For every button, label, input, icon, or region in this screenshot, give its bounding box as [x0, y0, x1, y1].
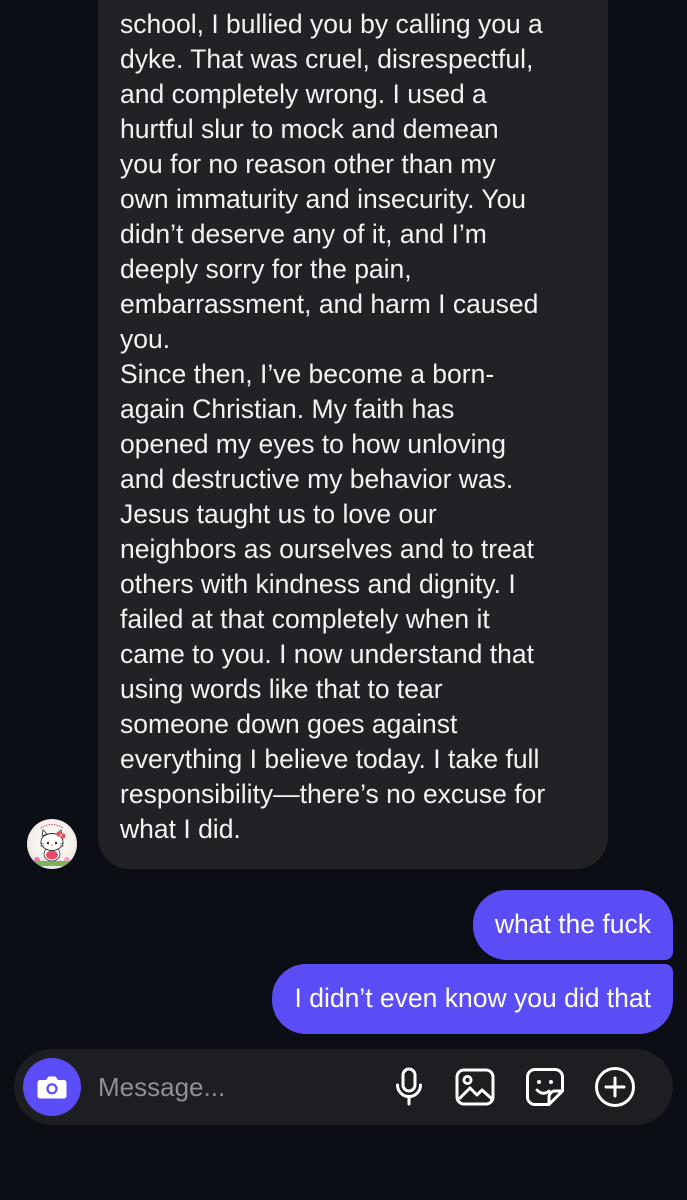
message-line: deeply sorry for the pain,	[120, 254, 412, 284]
message-line: didn’t deserve any of it, and I’m	[120, 219, 487, 249]
message-line: neighbors as ourselves and to treat	[120, 534, 534, 564]
gallery-button[interactable]	[454, 1066, 496, 1108]
sender-avatar[interactable]	[27, 819, 77, 869]
incoming-message-bubble[interactable]: school, I bullied you by calling you a d…	[98, 0, 608, 869]
message-input[interactable]	[98, 1067, 368, 1107]
message-line: own immaturity and insecurity. You	[120, 184, 527, 214]
message-line: Since then, I’ve become a born-	[120, 359, 495, 389]
message-line: came to you. I now understand that	[120, 639, 534, 669]
message-line: someone down goes against	[120, 709, 458, 739]
message-composer	[14, 1049, 673, 1125]
message-line: and destructive my behavior was.	[120, 464, 514, 494]
message-line: you for no reason other than my	[120, 149, 496, 179]
message-line: hurtful slur to mock and demean	[120, 114, 499, 144]
message-line: embarrassment, and harm I caused	[120, 289, 539, 319]
message-line: school, I bullied you by calling you a	[120, 9, 543, 39]
sticker-icon	[526, 1068, 564, 1106]
message-line: what I did.	[120, 814, 241, 844]
sticker-button[interactable]	[524, 1066, 566, 1108]
more-options-button[interactable]	[594, 1066, 636, 1108]
outgoing-message-bubble[interactable]: what the fuck	[472, 890, 673, 960]
message-line: everything I believe today. I take full	[120, 744, 540, 774]
message-line: others with kindness and dignity. I	[120, 569, 516, 599]
message-line: responsibility—there’s no excuse for	[120, 779, 546, 809]
message-line: Jesus taught us to love our	[120, 499, 437, 529]
message-thread[interactable]: school, I bullied you by calling you a d…	[0, 0, 687, 1040]
outgoing-message-bubble[interactable]: I didn’t even know you did that	[272, 964, 673, 1034]
camera-icon	[37, 1076, 67, 1099]
image-icon	[455, 1068, 495, 1106]
microphone-icon	[396, 1067, 422, 1106]
message-line: and completely wrong. I used a	[120, 79, 487, 109]
message-line: again Christian. My faith has	[120, 394, 455, 424]
hello-kitty-avatar-icon	[33, 823, 71, 866]
message-line: using words like that to tear	[120, 674, 443, 704]
message-line: dyke. That was cruel, disrespectful,	[120, 44, 534, 74]
voice-message-button[interactable]	[388, 1066, 430, 1108]
plus-circle-icon	[595, 1067, 635, 1107]
message-line: failed at that completely when it	[120, 604, 490, 634]
message-line: opened my eyes to how unloving	[120, 429, 506, 459]
message-line: you.	[120, 324, 171, 354]
camera-button[interactable]	[23, 1058, 81, 1116]
